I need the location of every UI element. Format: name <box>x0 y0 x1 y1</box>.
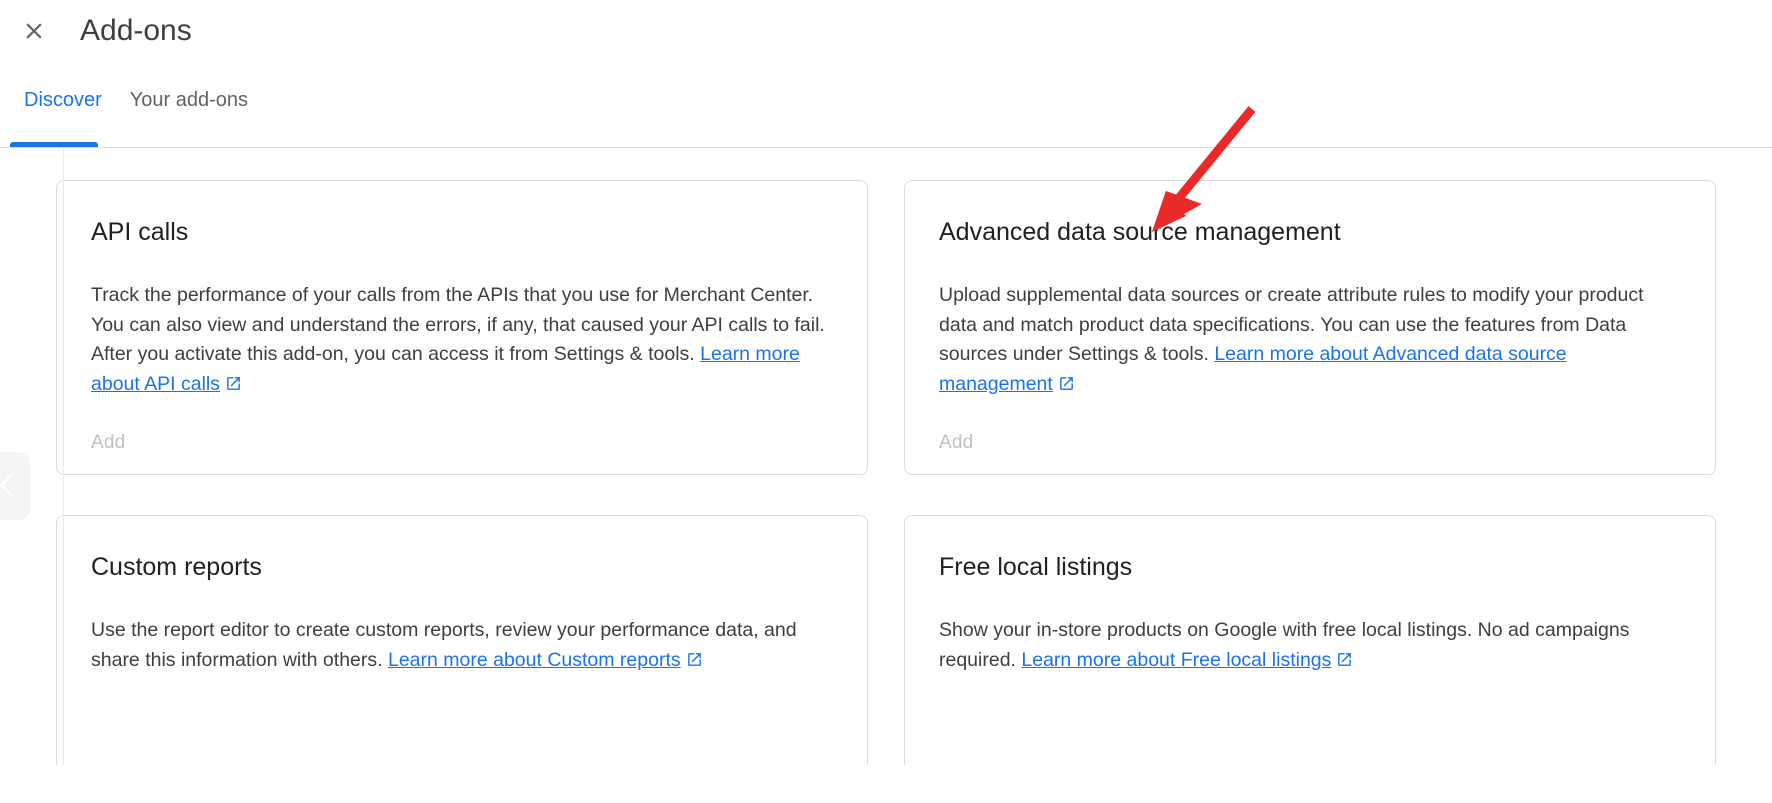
card-description: Show your in-store products on Google wi… <box>939 616 1681 677</box>
content-left-divider <box>63 148 64 765</box>
addon-card-free-local-listings[interactable]: Free local listings Show your in-store p… <box>904 515 1716 765</box>
addon-card-grid: API calls Track the performance of your … <box>56 148 1716 765</box>
external-link-icon[interactable] <box>225 372 242 402</box>
card-title: Custom reports <box>91 553 262 581</box>
add-button[interactable]: Add <box>939 432 973 454</box>
card-actions: Add <box>91 741 833 765</box>
page-title: Add-ons <box>80 14 192 47</box>
tab-your-add-ons[interactable]: Your add-ons <box>116 62 262 110</box>
card-title: Advanced data source management <box>939 218 1341 246</box>
addons-content: API calls Track the performance of your … <box>0 148 1772 765</box>
learn-more-link[interactable]: Learn more about Custom reports <box>388 649 681 671</box>
close-icon <box>21 18 47 44</box>
addon-card-custom-reports[interactable]: Custom reports Use the report editor to … <box>56 515 868 765</box>
addon-card-advanced-data-source-management[interactable]: Advanced data source management Upload s… <box>904 180 1716 475</box>
external-link-icon[interactable] <box>686 648 703 678</box>
tab-active-indicator <box>10 142 98 147</box>
learn-more-link[interactable]: Learn more about Free local listings <box>1021 649 1331 671</box>
close-button[interactable] <box>10 7 58 55</box>
chevron-left-icon <box>0 468 24 505</box>
dialog-header: Add-ons <box>0 0 1772 62</box>
tab-bar: Discover Your add-ons <box>0 62 1772 148</box>
addon-card-api-calls[interactable]: API calls Track the performance of your … <box>56 180 868 475</box>
card-description: Use the report editor to create custom r… <box>91 616 833 677</box>
card-description: Track the performance of your calls from… <box>91 281 833 401</box>
scroll-left-button[interactable] <box>0 452 30 520</box>
card-actions: Add <box>939 741 1681 765</box>
card-actions: Add <box>91 406 833 454</box>
external-link-icon[interactable] <box>1336 648 1353 678</box>
tab-discover[interactable]: Discover <box>10 62 116 110</box>
card-actions: Add <box>939 406 1681 454</box>
external-link-icon[interactable] <box>1058 372 1075 402</box>
card-description: Upload supplemental data sources or crea… <box>939 281 1681 401</box>
add-button[interactable]: Add <box>91 432 125 454</box>
card-title: API calls <box>91 218 189 246</box>
card-title: Free local listings <box>939 553 1133 581</box>
